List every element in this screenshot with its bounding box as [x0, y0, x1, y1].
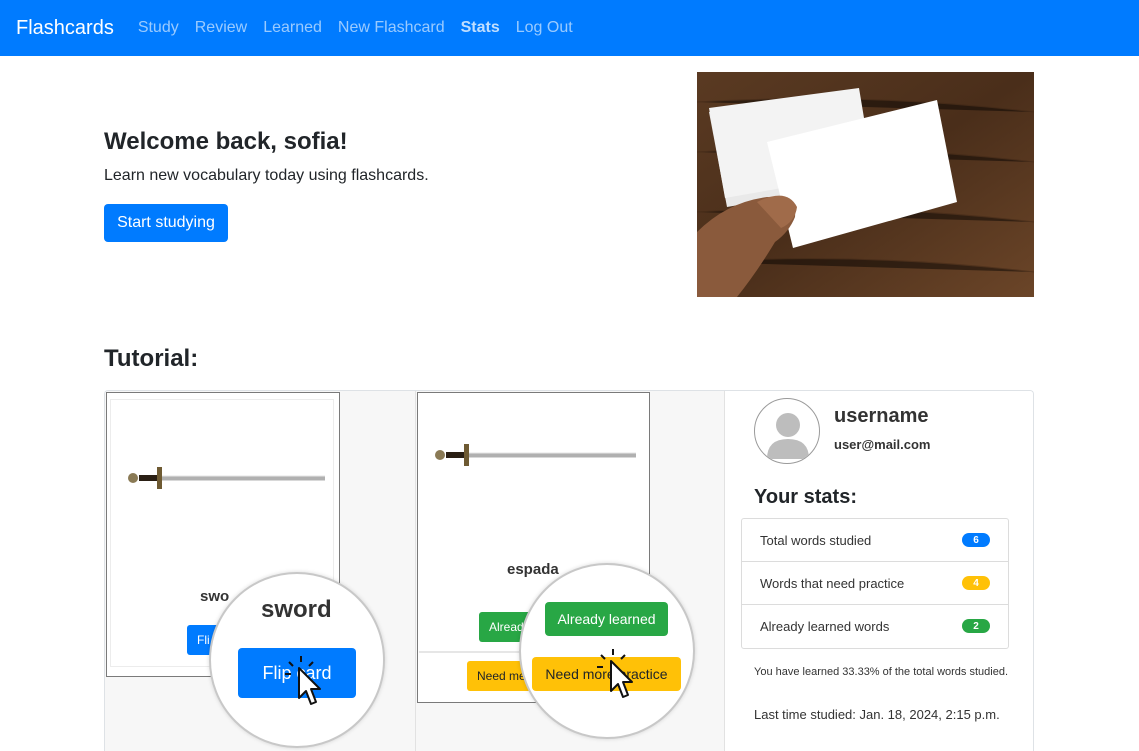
zoom-flip-card: sword Flip card [209, 572, 385, 748]
avatar [754, 398, 820, 464]
stat-row-need-practice: Words that need practice 4 [742, 562, 1008, 605]
card-word: swo [200, 588, 230, 605]
tutorial-step-stats: username user@mail.com Your stats: Total… [724, 391, 1033, 751]
user-avatar-icon [767, 413, 809, 459]
stat-label: Total words studied [760, 533, 872, 548]
hero-image-blank-cards [697, 72, 1034, 297]
stats-heading: Your stats: [754, 486, 857, 508]
stat-badge-need-practice: 4 [962, 576, 990, 590]
tutorial-panel: swo Fli sword Flip card espada Alread Ne… [104, 390, 1034, 751]
learned-percentage-text: You have learned 33.33% of the total wor… [754, 666, 1008, 678]
stat-row-total: Total words studied 6 [742, 519, 1008, 562]
tutorial-step-flip-card: swo Fli sword Flip card [105, 391, 415, 751]
already-learned-button-zoom: Already learned [545, 602, 668, 636]
card-translation: espada [507, 561, 559, 578]
nav-link-stats[interactable]: Stats [461, 19, 500, 37]
last-studied-text: Last time studied: Jan. 18, 2024, 2:15 p… [754, 707, 1000, 722]
welcome-subtitle: Learn new vocabulary today using flashca… [104, 167, 429, 184]
cursor-click-icon-2 [597, 649, 633, 698]
welcome-heading: Welcome back, sofia! [104, 128, 348, 155]
stat-badge-total: 6 [962, 533, 990, 547]
profile-username: username [834, 405, 929, 427]
nav-link-study[interactable]: Study [138, 19, 179, 37]
start-studying-button[interactable]: Start studying [104, 204, 228, 242]
sword-icon-back [435, 444, 636, 466]
nav-link-log-out[interactable]: Log Out [516, 19, 573, 37]
nav-link-learned[interactable]: Learned [263, 19, 322, 37]
navbar-brand[interactable]: Flashcards [16, 17, 114, 40]
stat-badge-learned: 2 [962, 619, 990, 633]
nav-link-review[interactable]: Review [195, 19, 247, 37]
stat-row-learned: Already learned words 2 [742, 605, 1008, 648]
profile-email: user@mail.com [834, 437, 931, 452]
nav-link-new-flashcard[interactable]: New Flashcard [338, 19, 445, 37]
stat-label: Words that need practice [760, 576, 905, 591]
stats-list: Total words studied 6 Words that need pr… [741, 518, 1009, 649]
navbar: Flashcards Study Review Learned New Flas… [0, 0, 1139, 56]
tutorial-step-rate-card: espada Alread Need me Already learned Ne… [415, 391, 724, 751]
stat-label: Already learned words [760, 619, 890, 634]
tutorial-heading: Tutorial: [104, 345, 199, 372]
zoom-rate-card: Already learned Need more practice [519, 563, 695, 739]
sword-icon [128, 467, 325, 489]
zoom-word: sword [261, 596, 332, 623]
cursor-click-icon [285, 656, 321, 705]
